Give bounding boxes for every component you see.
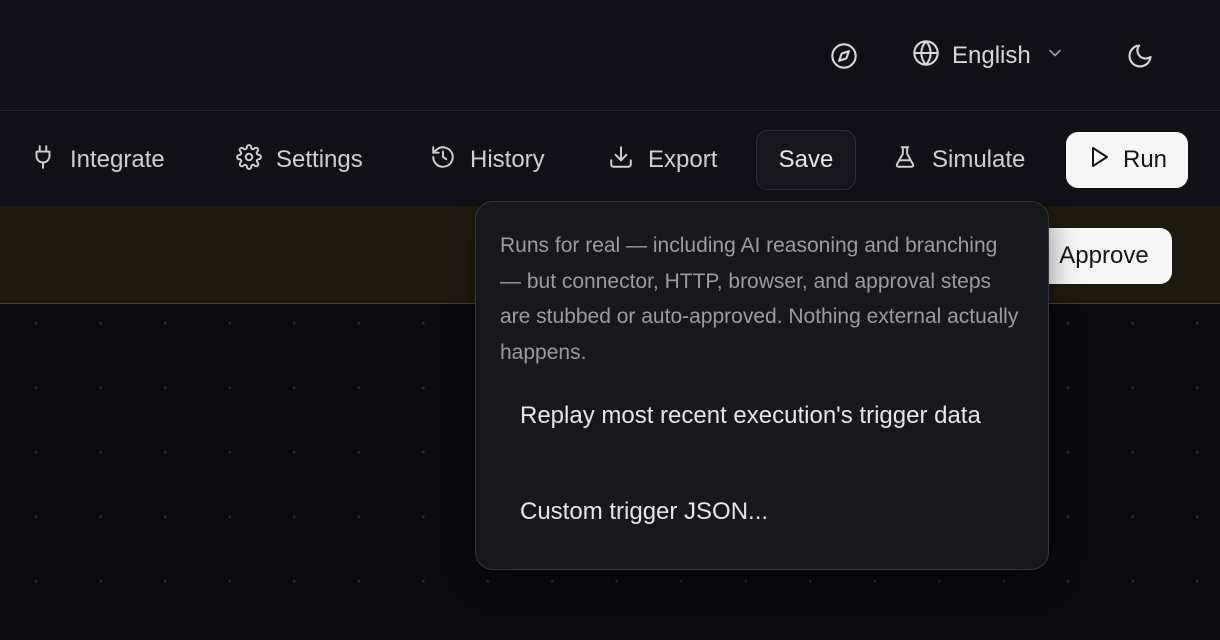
language-label: English: [952, 42, 1031, 69]
export-label: Export: [648, 146, 718, 173]
settings-button[interactable]: Settings: [236, 131, 363, 189]
history-icon: [430, 144, 456, 177]
settings-label: Settings: [276, 146, 363, 173]
workflow-toolbar: Integrate Settings History Export Save S…: [0, 112, 1220, 206]
save-button[interactable]: Save: [756, 130, 856, 190]
play-icon: [1087, 145, 1111, 176]
chevron-down-icon: [1045, 42, 1065, 70]
top-bar: English: [0, 0, 1220, 111]
plug-icon: [30, 144, 56, 177]
language-selector[interactable]: English: [912, 38, 1065, 74]
integrate-button[interactable]: Integrate: [30, 131, 165, 189]
run-label: Run: [1122, 146, 1168, 173]
approve-button[interactable]: Approve: [1036, 228, 1172, 284]
simulate-popover: Runs for real — including AI reasoning a…: [475, 201, 1049, 570]
moon-icon[interactable]: [1122, 38, 1158, 74]
simulate-description: Runs for real — including AI reasoning a…: [500, 234, 1019, 364]
flask-icon: [892, 144, 918, 177]
simulate-label: Simulate: [932, 146, 1026, 173]
history-label: History: [470, 146, 545, 173]
download-icon: [608, 144, 634, 177]
simulate-button[interactable]: Simulate: [892, 131, 1025, 189]
gear-icon: [236, 143, 262, 177]
custom-trigger-json-option[interactable]: Custom trigger JSON...: [520, 496, 990, 528]
compass-icon[interactable]: [826, 38, 862, 74]
integrate-label: Integrate: [70, 146, 165, 173]
replay-recent-trigger-option[interactable]: Replay most recent execution's trigger d…: [520, 400, 990, 432]
history-button[interactable]: History: [430, 131, 545, 189]
globe-icon: [912, 39, 940, 74]
run-button[interactable]: Run: [1066, 132, 1188, 188]
export-button[interactable]: Export: [608, 131, 717, 189]
